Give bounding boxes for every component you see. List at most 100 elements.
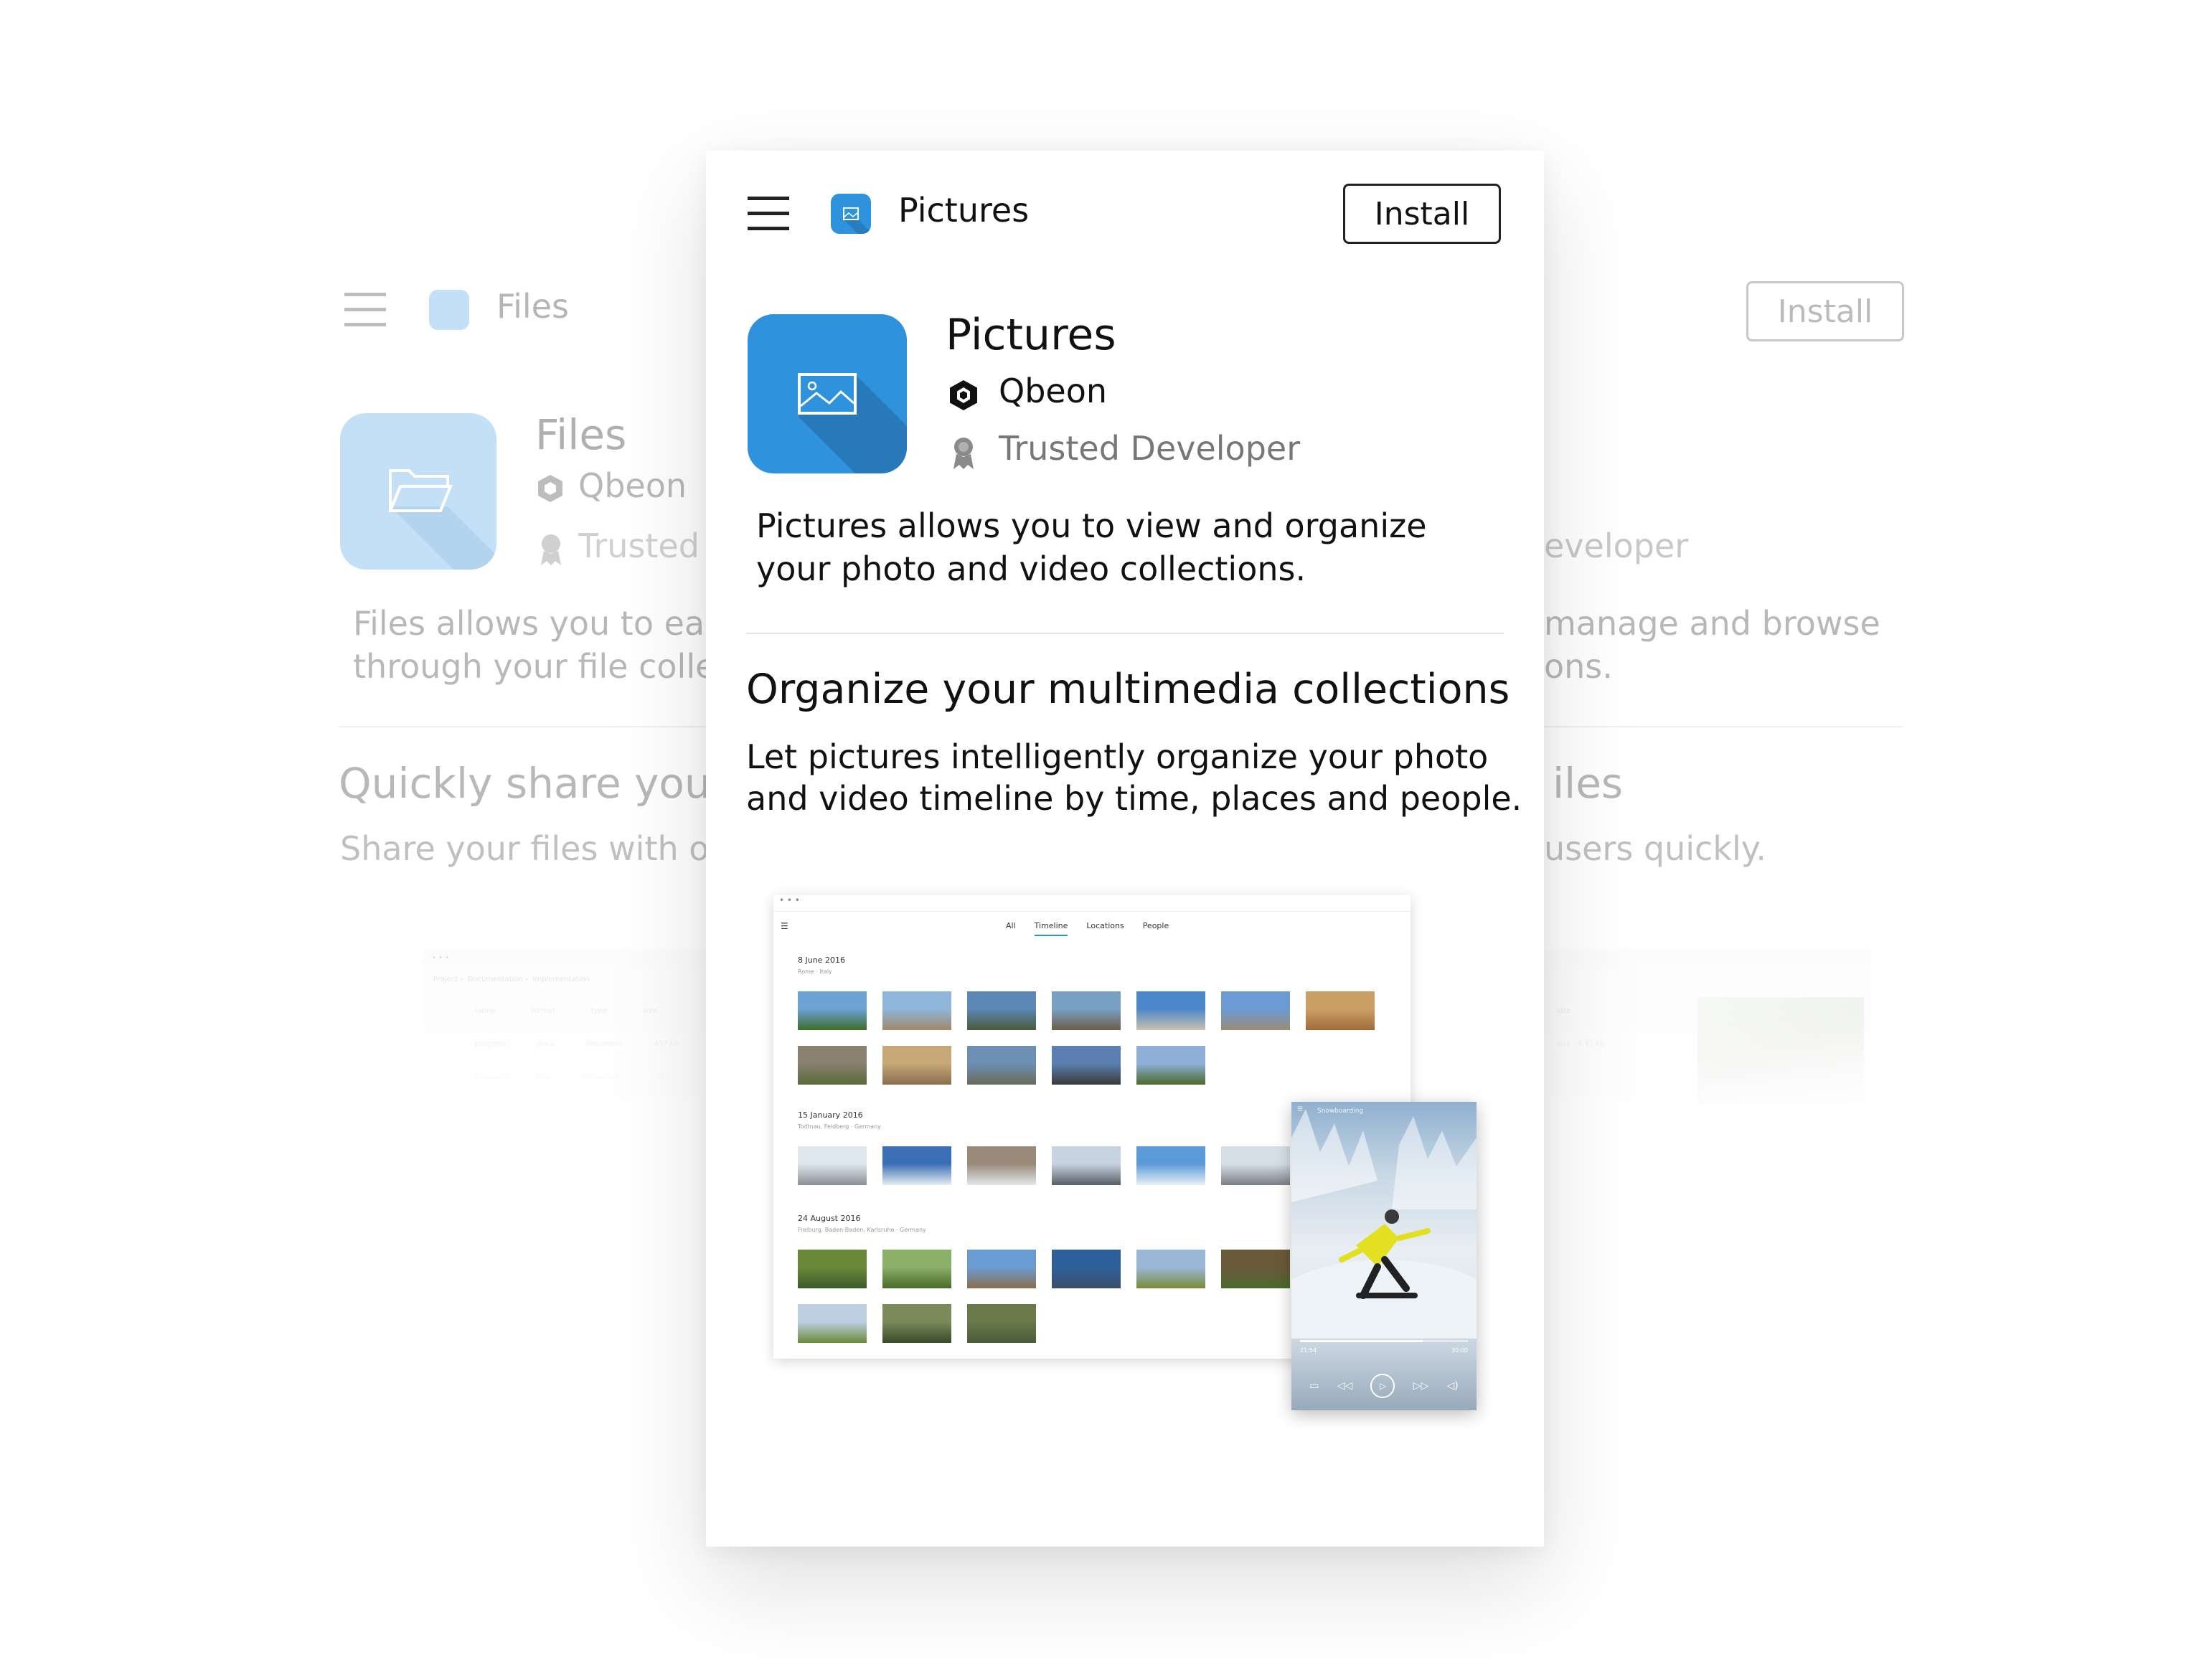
photo-thumbnail[interactable] <box>1052 1250 1121 1288</box>
files-desc-right-1: manage and browse <box>1544 604 1880 643</box>
files-install-button[interactable]: Install <box>1746 281 1904 341</box>
column-header[interactable]: name <box>475 1007 495 1015</box>
photo-thumbnail[interactable] <box>882 1304 951 1343</box>
pictures-app-tile <box>748 314 907 473</box>
snowboarder-image <box>1291 1109 1477 1339</box>
thumbnail <box>1697 997 1864 1105</box>
time-current: 21:54 <box>1300 1347 1317 1354</box>
files-badge-left: Trusted <box>578 527 700 565</box>
table-header: name format type size <box>475 1007 656 1015</box>
breadcrumb: Project › Documentation › Implementation <box>433 976 590 983</box>
column-header[interactable]: format <box>531 1007 555 1015</box>
time-total: 30:00 <box>1451 1347 1468 1354</box>
photo-thumbnail[interactable] <box>1221 991 1290 1030</box>
files-desc-left-2: through your file collec <box>353 647 734 686</box>
photo-thumbnail[interactable] <box>1136 1046 1205 1085</box>
photo-thumbnail[interactable] <box>1136 991 1205 1030</box>
tab-locations[interactable]: Locations <box>1086 921 1124 936</box>
breadcrumb-item[interactable]: Implementation <box>532 976 589 983</box>
seek-progress <box>1300 1340 1423 1342</box>
files-developer: Qbeon <box>578 466 687 505</box>
player-controls: ▭ ◁◁ ▷ ▷▷ ◁) <box>1291 1362 1477 1410</box>
photo-thumbnail[interactable] <box>1052 1146 1121 1185</box>
cell: 457 kb <box>654 1040 679 1048</box>
table-row[interactable]: progress docx document 457 kb <box>475 1040 679 1048</box>
files-menu-icon[interactable] <box>344 293 386 326</box>
files-header-title: Files <box>496 287 569 326</box>
column-header[interactable]: type <box>591 1007 607 1015</box>
photo-thumbnail[interactable] <box>967 1304 1036 1343</box>
files-mini-screenshot-right: size size · 4.91 kb <box>1547 950 1870 1115</box>
breadcrumb-item[interactable]: Project <box>433 976 458 983</box>
breadcrumb-item[interactable]: Documentation <box>468 976 523 983</box>
description-line-2: your photo and video collections. <box>756 549 1306 588</box>
table-row[interactable]: research xlsx document 134 kb <box>475 1073 676 1081</box>
photo-thumbnail[interactable] <box>1221 1250 1290 1288</box>
photo-thumbnail[interactable] <box>882 991 951 1030</box>
photo-thumbnail[interactable] <box>1136 1250 1205 1288</box>
group-place: Rome · Italy <box>798 968 832 975</box>
files-badge-right: eveloper <box>1544 527 1689 565</box>
photo-thumbnail[interactable] <box>967 1046 1036 1085</box>
group-date: 15 January 2016 <box>798 1110 863 1120</box>
group-place: Todtnau, Feldberg · Germany <box>798 1123 881 1130</box>
tab-people[interactable]: People <box>1143 921 1169 936</box>
photo-thumbnail[interactable] <box>798 1304 867 1343</box>
forward-icon[interactable]: ▷▷ <box>1413 1380 1429 1392</box>
qbeon-logo-icon <box>535 473 565 504</box>
files-desc-right-2: ons. <box>1544 647 1613 686</box>
photo-thumbnail[interactable] <box>798 1046 867 1085</box>
pictures-app-page: Pictures Install Pictures Qbeon Trusted … <box>706 151 1544 1547</box>
files-app-name: Files <box>535 410 627 459</box>
cell: 134 kb <box>651 1073 676 1081</box>
titlebar-divider <box>773 911 1411 912</box>
tab-all[interactable]: All <box>1006 921 1016 936</box>
menu-icon[interactable]: ☰ <box>1297 1106 1303 1113</box>
group-date: 8 June 2016 <box>798 955 845 965</box>
rewind-icon[interactable]: ◁◁ <box>1337 1380 1353 1392</box>
column-header[interactable]: size <box>643 1007 656 1015</box>
folder-icon <box>388 469 496 570</box>
volume-icon[interactable]: ◁) <box>1447 1380 1459 1392</box>
photo-thumbnail[interactable] <box>1306 991 1375 1030</box>
developer-name[interactable]: Qbeon <box>999 372 1107 410</box>
play-icon[interactable]: ▷ <box>1370 1374 1395 1398</box>
files-feature-sub-left: Share your files with oth <box>340 829 743 868</box>
photo-thumbnail[interactable] <box>798 1146 867 1185</box>
hamburger-icon[interactable]: ☰ <box>781 921 788 931</box>
photo-thumbnail[interactable] <box>1221 1146 1290 1185</box>
photo-thumbnail[interactable] <box>1052 991 1121 1030</box>
photo-thumbnail[interactable] <box>967 1250 1036 1288</box>
cell: document <box>583 1073 620 1081</box>
photo-grid <box>798 991 1386 1089</box>
cell: research <box>475 1073 507 1081</box>
files-feature-heading-right: iles <box>1553 759 1624 808</box>
files-small-app-icon <box>429 290 469 330</box>
app-name: Pictures <box>946 310 1116 360</box>
install-button[interactable]: Install <box>1343 184 1501 244</box>
cell: docx <box>537 1040 555 1048</box>
photo-thumbnail[interactable] <box>1136 1146 1205 1185</box>
menu-icon[interactable] <box>748 197 789 230</box>
photo-thumbnail[interactable] <box>882 1146 951 1185</box>
trusted-developer-badge: Trusted Developer <box>999 429 1301 468</box>
tab-timeline[interactable]: Timeline <box>1034 921 1068 936</box>
cast-icon[interactable]: ▭ <box>1309 1380 1319 1392</box>
cell: document <box>586 1040 623 1048</box>
column-header[interactable]: size <box>1557 1007 1570 1015</box>
photo-thumbnail[interactable] <box>798 1250 867 1288</box>
cell: xlsx <box>537 1073 552 1081</box>
photo-thumbnail[interactable] <box>1052 1046 1121 1085</box>
photo-thumbnail[interactable] <box>882 1046 951 1085</box>
seek-bar[interactable] <box>1300 1340 1468 1342</box>
photo-thumbnail[interactable] <box>967 991 1036 1030</box>
photo-thumbnail[interactable] <box>967 1146 1036 1185</box>
feature-line-2: and video timeline by time, places and p… <box>746 779 1522 818</box>
video-player: ☰ Snowboarding 21:54 30:00 ▭ ◁◁ ▷ ▷▷ ◁) <box>1291 1102 1477 1410</box>
photo-thumbnail[interactable] <box>798 991 867 1030</box>
photo-thumbnail[interactable] <box>882 1250 951 1288</box>
cell: size · 4.91 kb <box>1557 1040 1605 1048</box>
group-date: 24 August 2016 <box>798 1214 861 1223</box>
files-app-tile <box>340 413 496 570</box>
window-dots: • • • <box>432 954 450 962</box>
